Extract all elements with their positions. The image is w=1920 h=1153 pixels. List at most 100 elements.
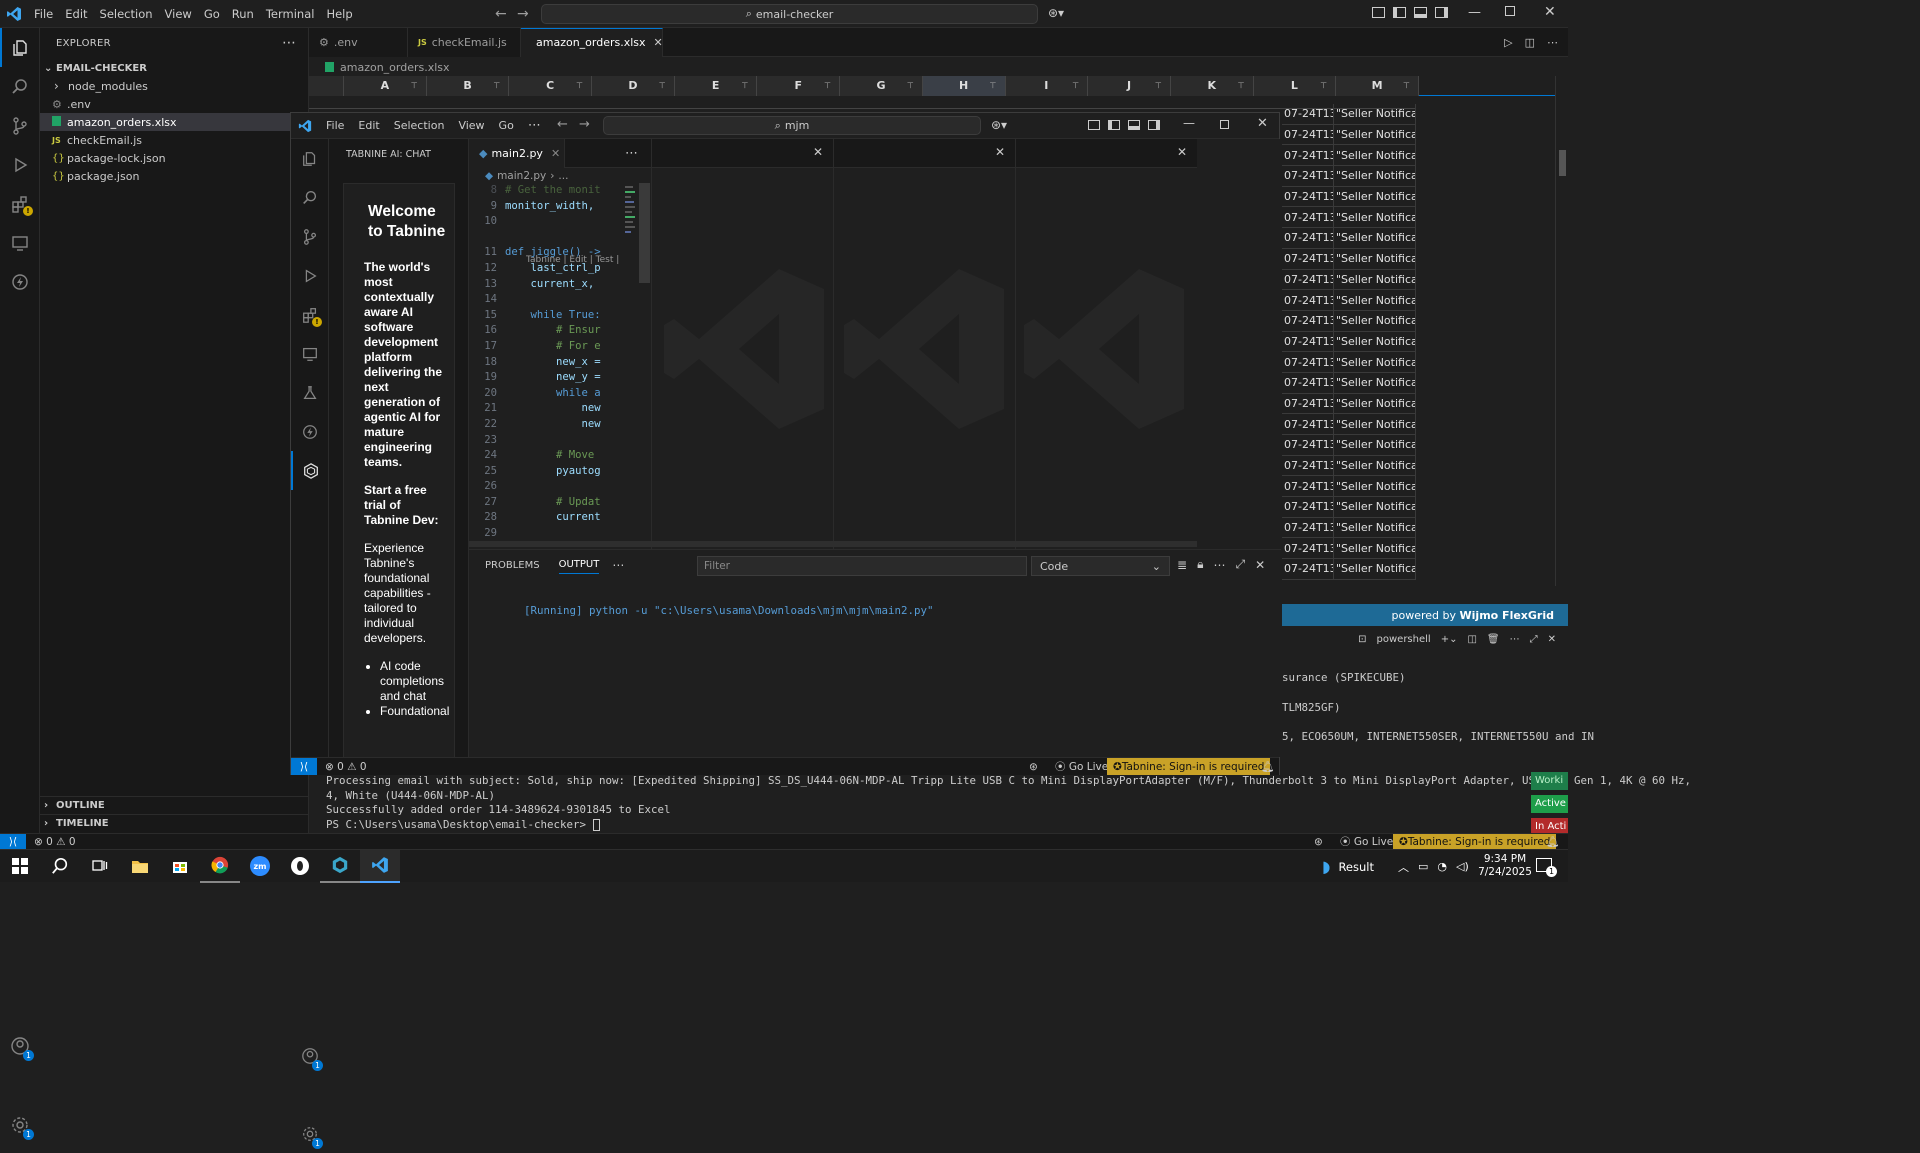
start-button[interactable]: [0, 850, 40, 883]
close-group-icon[interactable]: ✕: [834, 139, 1015, 168]
cell-l[interactable]: 07-24T13:0: [1282, 228, 1334, 249]
cell-l[interactable]: 07-24T13:0: [1282, 269, 1334, 291]
minimize-icon[interactable]: —: [1468, 5, 1481, 20]
column-header[interactable]: F ⊤: [757, 75, 841, 96]
menu-file[interactable]: File: [28, 7, 59, 21]
filter-icon[interactable]: ⊤: [824, 81, 831, 90]
cell-l[interactable]: 07-24T13:0: [1282, 207, 1334, 229]
copilot-icon[interactable]: ⊛▾: [1048, 6, 1064, 20]
folder-root[interactable]: ⌄ EMAIL-CHECKER: [40, 59, 308, 77]
close-tab-icon[interactable]: ✕: [654, 36, 663, 49]
tab-main2[interactable]: ◆ main2.py ✕: [469, 138, 565, 168]
cell-l[interactable]: 07-24T13:0: [1282, 310, 1334, 332]
command-center-search[interactable]: ⌕ email-checker: [541, 4, 1038, 24]
cell-m[interactable]: "Seller Notificati: [1334, 352, 1416, 373]
menu-edit[interactable]: Edit: [351, 119, 386, 132]
menu-go[interactable]: Go: [492, 119, 521, 132]
close-group-icon[interactable]: ✕: [1016, 139, 1197, 168]
file-env[interactable]: ⚙ .env: [40, 95, 308, 113]
more-actions-icon[interactable]: ⋯: [282, 35, 296, 51]
cell-l[interactable]: 07-24T13:0: [1282, 166, 1334, 187]
app-icon[interactable]: [280, 850, 320, 883]
column-header[interactable]: G ⊤: [840, 75, 923, 96]
tab-output[interactable]: OUTPUT: [558, 556, 600, 574]
problems-count[interactable]: ⊗ 0 ⚠ 0: [325, 761, 367, 773]
menu-selection[interactable]: Selection: [387, 119, 452, 132]
codelens[interactable]: Tabnine | Edit | Test | E: [526, 255, 621, 265]
cell-m[interactable]: "Seller Notificati: [1334, 393, 1416, 415]
column-header[interactable]: B ⊤: [426, 75, 510, 96]
cell-m[interactable]: "Seller Notificati: [1334, 207, 1416, 229]
cell-m[interactable]: "Seller Notificati: [1334, 248, 1416, 270]
customize-layout-icon[interactable]: [1372, 7, 1385, 18]
more-actions-icon[interactable]: ⋯: [1213, 558, 1225, 572]
file-amazon-orders[interactable]: amazon_orders.xlsx: [40, 113, 308, 131]
cell-m[interactable]: "Seller Notificati: [1334, 145, 1416, 167]
run-icon[interactable]: ▷: [1504, 36, 1512, 49]
toggle-secondary-sidebar-icon[interactable]: [1435, 7, 1448, 18]
back-arrow-icon[interactable]: ←: [557, 117, 568, 132]
cell-l[interactable]: 07-24T13:0: [1282, 352, 1334, 373]
cell-l[interactable]: 07-24T13:0: [1282, 124, 1334, 146]
more-actions-icon[interactable]: ⋯: [1547, 36, 1558, 49]
close-window-icon[interactable]: ✕: [1257, 116, 1268, 131]
outline-section[interactable]: › OUTLINE: [40, 796, 308, 814]
cell-m[interactable]: "Seller Notificati: [1334, 538, 1416, 560]
column-header[interactable]: K ⊤: [1170, 75, 1254, 96]
split-terminal-icon[interactable]: ◫: [1467, 634, 1476, 645]
maximize-panel-icon[interactable]: ⤢: [1530, 634, 1538, 645]
cell-l[interactable]: 07-24T13:0: [1282, 455, 1334, 477]
filter-icon[interactable]: ⊤: [741, 81, 748, 90]
menu-terminal[interactable]: Terminal: [260, 7, 321, 21]
cell-l[interactable]: 07-24T13:0: [1282, 559, 1334, 580]
notification-center-icon[interactable]: 1: [1536, 858, 1557, 877]
column-header[interactable]: M ⊤: [1336, 75, 1419, 96]
filter-icon[interactable]: ⊤: [1072, 81, 1079, 90]
tabnine-status[interactable]: ✪ Tabnine: Sign-in is required: [1107, 758, 1271, 775]
menu-run[interactable]: Run: [226, 7, 260, 21]
cell-l[interactable]: 07-24T13:0: [1282, 248, 1334, 270]
terminal-shell-label[interactable]: powershell: [1377, 634, 1431, 645]
manage-gear-icon[interactable]: 1: [0, 1105, 40, 1144]
notifications-bell-icon[interactable]: 🔔︎: [1546, 835, 1559, 848]
problems-count[interactable]: ⊗ 0 ⚠ 0: [34, 836, 76, 848]
cell-l[interactable]: 07-24T13:0: [1282, 104, 1334, 125]
accounts-icon[interactable]: 1: [291, 1036, 329, 1075]
manage-gear-icon[interactable]: 1: [291, 1114, 329, 1153]
cell-m[interactable]: "Seller Notificati: [1334, 476, 1416, 498]
accounts-icon[interactable]: 1: [0, 1026, 40, 1065]
menu-file[interactable]: File: [319, 119, 351, 132]
crumb-file[interactable]: main2.py: [497, 170, 546, 182]
terminal-prompt[interactable]: PS C:\Users\usama\Desktop\email-checker>: [309, 818, 1568, 833]
source-control-icon[interactable]: [0, 106, 40, 145]
column-header[interactable]: I ⊤: [1005, 75, 1089, 96]
cell-m[interactable]: "Seller Notificati: [1334, 104, 1416, 125]
more-actions-icon[interactable]: ⋯: [625, 146, 638, 161]
code-editor[interactable]: 8 # Get the monit 9 monitor_width, 10 11 def j…: [469, 183, 621, 545]
column-header[interactable]: D ⊤: [592, 75, 675, 96]
more-menu-icon[interactable]: ⋯: [521, 118, 548, 133]
search-view-icon[interactable]: [291, 178, 329, 217]
tab-checkemail[interactable]: JS checkEmail.js: [408, 27, 521, 57]
toggle-primary-sidebar-icon[interactable]: [1393, 7, 1406, 18]
timeline-section[interactable]: › TIMELINE: [40, 814, 308, 832]
add-terminal-icon[interactable]: +⌄: [1441, 634, 1458, 645]
notifications-bell-icon[interactable]: 🔔︎: [1261, 760, 1274, 773]
cell-m[interactable]: "Seller Notificati: [1334, 455, 1416, 477]
wifi-icon[interactable]: ◔: [1437, 860, 1447, 873]
close-tab-icon[interactable]: ✕: [551, 147, 560, 160]
crumb-more[interactable]: ...: [558, 170, 568, 182]
volume-icon[interactable]: ◁): [1456, 860, 1469, 873]
search-view-icon[interactable]: [0, 67, 40, 106]
filter-icon[interactable]: ⊤: [990, 81, 997, 90]
trash-icon[interactable]: 🗑: [1487, 634, 1500, 645]
menu-selection[interactable]: Selection: [94, 7, 159, 21]
split-editor-icon[interactable]: ◫: [1525, 36, 1535, 49]
tab-amazon-orders[interactable]: amazon_orders.xlsx ✕: [521, 27, 663, 57]
cell-l[interactable]: 07-24T13:0: [1282, 290, 1334, 311]
column-header[interactable]: J ⊤: [1088, 75, 1171, 96]
file-node-modules[interactable]: › node_modules: [40, 77, 308, 95]
horizontal-scrollbar[interactable]: [469, 541, 1197, 547]
cell-l[interactable]: 07-24T13:0: [1282, 476, 1334, 498]
remote-indicator-icon[interactable]: ⟩⟨: [291, 758, 317, 775]
